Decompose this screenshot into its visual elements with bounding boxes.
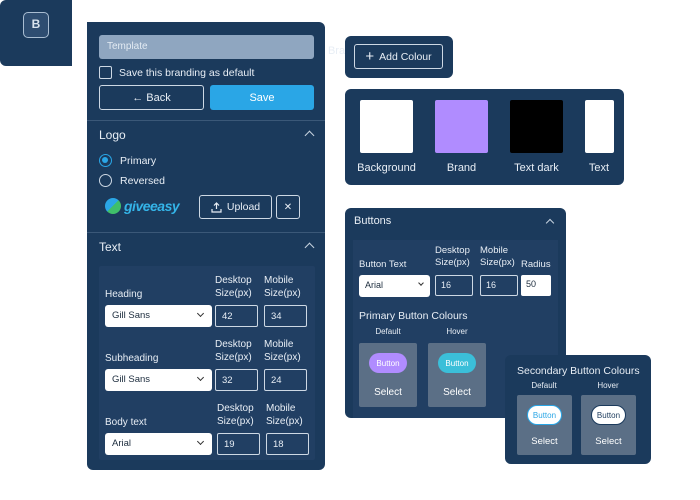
secondary-button-colours-panel: Secondary Button Colours Default Hover B…: [505, 355, 651, 464]
template-input[interactable]: Template: [99, 35, 314, 59]
swatch-brand[interactable]: [435, 100, 488, 153]
swatch-text-dark[interactable]: [510, 100, 563, 153]
mobile-size-header: Mobile Size(px): [266, 403, 303, 427]
desktop-size-header: Desktop Size(px): [217, 403, 254, 427]
subheading-mobile-size[interactable]: 24: [264, 369, 307, 391]
desktop-size-header: Desktop Size(px): [215, 275, 252, 299]
logo-section-title: Logo: [99, 128, 126, 142]
primary-colours-title: Primary Button Colours: [359, 310, 468, 322]
chevron-down-icon: [196, 437, 205, 446]
swatch-label: Background: [357, 162, 416, 174]
default-checkbox[interactable]: [99, 66, 112, 79]
back-button[interactable]: ← Back: [99, 85, 204, 110]
preview-button: Button: [591, 405, 626, 425]
text-settings-box: Desktop Size(px) Mobile Size(px) Heading…: [99, 266, 315, 460]
brand-logo: giveeasy: [105, 198, 180, 214]
select-label[interactable]: Select: [581, 436, 636, 447]
heading-font-select[interactable]: Gill Sans: [105, 305, 212, 327]
mobile-size-header: Mobile Size(px): [480, 245, 515, 268]
divider: [87, 232, 325, 233]
swatch-text[interactable]: [585, 100, 614, 153]
swatch-label: Text dark: [514, 162, 559, 174]
chevron-up-icon[interactable]: [304, 242, 315, 253]
secondary-hover-preview[interactable]: Button Select: [581, 395, 636, 455]
body-font-select[interactable]: Arial: [105, 433, 212, 455]
upload-icon: [211, 201, 222, 213]
logo-mark-icon: [105, 198, 121, 214]
select-label[interactable]: Select: [517, 436, 572, 447]
radio-icon[interactable]: [99, 174, 112, 187]
heading-mobile-size[interactable]: 34: [264, 305, 307, 327]
mobile-size-header: Mobile Size(px): [264, 339, 301, 363]
preview-button: Button: [438, 353, 476, 373]
chevron-up-icon[interactable]: [545, 218, 555, 228]
divider: [87, 120, 325, 121]
default-label: Default: [531, 381, 557, 390]
body-text-label: Body text: [105, 417, 147, 428]
logo-option-primary[interactable]: Primary: [99, 154, 156, 167]
upload-button[interactable]: Upload: [199, 195, 272, 219]
desktop-size-header: Desktop Size(px): [435, 245, 470, 268]
body-desktop-size[interactable]: 19: [217, 433, 260, 455]
primary-default-preview[interactable]: Button Select: [359, 343, 417, 407]
subheading-font-select[interactable]: Gill Sans: [105, 369, 212, 391]
swatch-label: Brand: [446, 162, 477, 174]
subheading-desktop-size[interactable]: 32: [215, 369, 258, 391]
remove-logo-button[interactable]: ✕: [276, 195, 300, 219]
save-button[interactable]: Save: [210, 85, 314, 110]
chevron-down-icon: [196, 373, 205, 382]
button-mobile-size[interactable]: 16: [480, 275, 518, 296]
body-mobile-size[interactable]: 18: [266, 433, 309, 455]
swatch-label: Text: [588, 162, 610, 174]
hover-label: Hover: [446, 327, 468, 336]
swatch-background[interactable]: [360, 100, 413, 153]
subheading-label: Subheading: [105, 353, 159, 364]
hover-label: Hover: [597, 381, 619, 390]
radius-header: Radius: [521, 259, 551, 270]
add-colour-panel: + Add Colour: [345, 36, 453, 78]
chevron-down-icon: [418, 280, 424, 286]
primary-hover-preview[interactable]: Button Select: [428, 343, 486, 407]
mobile-size-header: Mobile Size(px): [264, 275, 301, 299]
text-section-title: Text: [99, 240, 122, 254]
branding-settings-panel: Template Save this branding as default ←…: [87, 22, 325, 470]
heading-desktop-size[interactable]: 42: [215, 305, 258, 327]
preview-button: Button: [369, 353, 407, 373]
secondary-colours-title: Secondary Button Colours: [517, 365, 640, 377]
select-label[interactable]: Select: [428, 387, 486, 398]
branding-tab[interactable]: B Branding: [0, 0, 372, 66]
secondary-default-preview[interactable]: Button Select: [517, 395, 572, 455]
button-text-label: Button Text: [359, 259, 407, 270]
default-checkbox-label: Save this branding as default: [119, 66, 255, 79]
logo-option-reversed[interactable]: Reversed: [99, 174, 165, 187]
chevron-down-icon: [196, 309, 205, 318]
add-colour-button[interactable]: + Add Colour: [354, 44, 443, 69]
buttons-section-title: Buttons: [354, 215, 392, 227]
button-font-select[interactable]: Arial: [359, 275, 430, 297]
button-radius[interactable]: 50: [521, 275, 551, 296]
branding-icon: B: [23, 12, 49, 38]
preview-button: Button: [527, 405, 562, 425]
chevron-up-icon[interactable]: [304, 130, 315, 141]
plus-icon: +: [365, 47, 375, 65]
radio-selected-icon[interactable]: [99, 154, 112, 167]
default-checkbox-row[interactable]: Save this branding as default: [99, 66, 254, 79]
select-label[interactable]: Select: [359, 387, 417, 398]
desktop-size-header: Desktop Size(px): [215, 339, 252, 363]
heading-label: Heading: [105, 289, 143, 300]
button-desktop-size[interactable]: 16: [435, 275, 473, 296]
default-label: Default: [375, 327, 401, 336]
colour-palette: Background Brand Text dark Text: [345, 89, 624, 185]
